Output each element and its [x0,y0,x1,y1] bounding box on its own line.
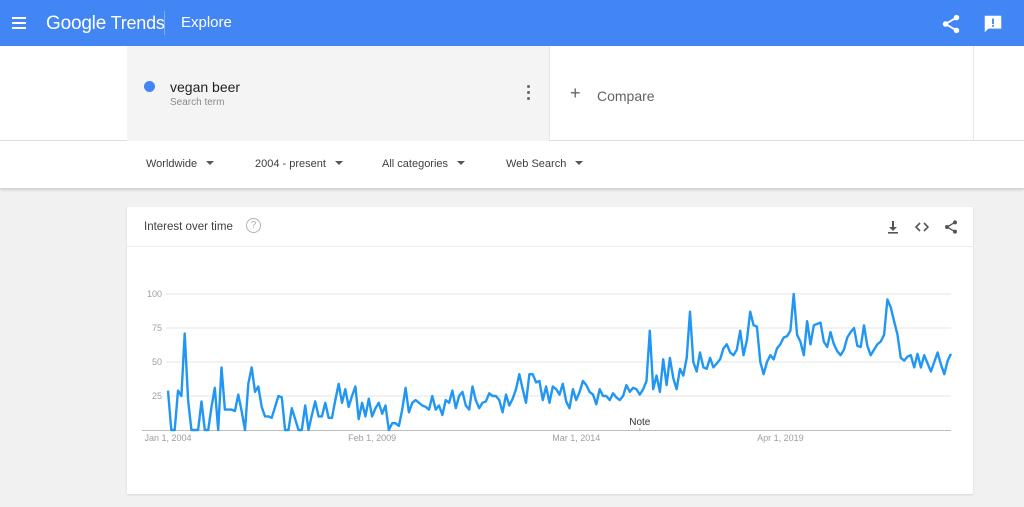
filter-bar: Worldwide 2004 - present All categories … [0,141,1024,188]
top-app-bar: Google Trends Explore [0,0,1024,46]
category-filter[interactable]: All categories [382,158,466,170]
logo-trends: Trends [110,13,165,33]
dropdown-caret-icon [206,161,215,165]
category-filter-label: All categories [382,158,449,170]
search-type-filter-label: Web Search [506,158,567,170]
search-term-type: Search term [170,97,225,108]
dropdown-caret-icon [457,161,466,165]
download-icon[interactable] [885,219,901,235]
more-options-icon[interactable] [523,84,533,102]
compare-label: Compare [597,88,655,104]
menu-icon[interactable] [8,11,32,35]
dropdown-caret-icon [334,161,343,165]
search-term-bar: vegan beer Search term + Compare [0,46,1024,141]
time-range-filter-label: 2004 - present [255,158,326,170]
search-term-card[interactable]: vegan beer Search term [127,46,550,141]
logo-google: Google [46,13,107,34]
share-icon[interactable] [943,219,959,235]
search-term-name[interactable]: vegan beer [170,79,240,95]
google-trends-logo[interactable]: Google Trends [46,13,165,35]
compare-button[interactable]: + Compare [550,46,974,141]
interest-over-time-card: Interest over time ? [127,207,973,494]
dropdown-caret-icon [575,161,584,165]
card-header: Interest over time ? [127,207,973,247]
plus-icon: + [570,83,581,103]
feedback-icon[interactable] [982,13,1004,35]
region-filter[interactable]: Worldwide [146,158,215,170]
search-type-filter[interactable]: Web Search [506,158,584,170]
time-range-filter[interactable]: 2004 - present [255,158,343,170]
share-icon[interactable] [940,13,962,35]
help-icon[interactable]: ? [246,218,261,233]
embed-icon[interactable] [914,219,930,235]
region-filter-label: Worldwide [146,158,198,170]
term-color-dot [144,81,155,92]
page-title: Explore [181,14,232,31]
card-title: Interest over time [144,221,233,233]
header-divider [164,11,165,35]
